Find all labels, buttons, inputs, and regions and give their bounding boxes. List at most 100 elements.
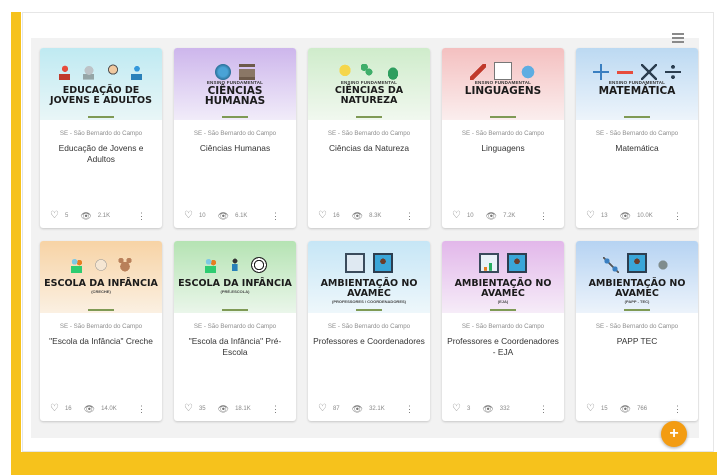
heart-icon[interactable]: ♡ <box>452 211 461 221</box>
more-options-icon[interactable]: ⋮ <box>405 405 414 414</box>
banner-detail: (CRECHE) <box>91 289 111 294</box>
lightbulb-icon <box>337 64 353 80</box>
heart-icon[interactable]: ♡ <box>318 404 327 414</box>
heart-icon[interactable]: ♡ <box>50 404 59 414</box>
add-course-button[interactable]: + <box>661 421 687 447</box>
list-view-icon[interactable] <box>672 33 684 43</box>
course-name[interactable]: Educação de Jovens e Adultos <box>44 143 158 165</box>
course-name[interactable]: Ciências Humanas <box>178 143 292 154</box>
views-count: 6.1K <box>235 213 248 219</box>
more-options-icon[interactable]: ⋮ <box>405 212 414 221</box>
more-options-icon[interactable]: ⋮ <box>539 405 548 414</box>
banner-divider <box>624 116 650 118</box>
course-name[interactable]: Linguagens <box>446 143 560 154</box>
teacher-screen-icon <box>627 253 647 273</box>
banner-icons <box>40 48 162 80</box>
course-card[interactable]: ENSINO FUNDAMENTAL MATEMÁTICA SE - São Ber… <box>576 48 698 228</box>
more-options-icon[interactable]: ⋮ <box>673 405 682 414</box>
course-info: SE - São Bernardo do Campo Educação de Jo… <box>40 130 162 165</box>
pencil-icon <box>470 64 486 80</box>
course-name[interactable]: Professores e Coordenadores - EJA <box>446 336 560 358</box>
banner-title: CIÊNCIAS HUMANAS <box>204 85 266 107</box>
leaf-icon <box>385 64 401 80</box>
baby-icon <box>93 257 109 273</box>
course-card[interactable]: ESCOLA DA INFÂNCIA (CRECHE) SE - São Berna… <box>40 241 162 421</box>
student-icon <box>129 64 145 80</box>
page-top <box>0 0 717 10</box>
course-name[interactable]: "Escola da Infância" Creche <box>44 336 158 347</box>
banner-divider <box>88 116 114 118</box>
course-card[interactable]: AMBIENTAÇÃO NO AVAMEC (PROFESSORES / COOR… <box>308 241 430 421</box>
children-icon <box>69 257 85 273</box>
robot-icon <box>81 64 97 80</box>
course-info: SE - São Bernardo do Campo Linguagens <box>442 130 564 154</box>
course-info: SE - São Bernardo do Campo Ciências Human… <box>174 130 296 154</box>
likes-count: 3 <box>466 406 471 412</box>
course-card[interactable]: ENSINO FUNDAMENTAL LINGUAGENS SE - São Ber… <box>442 48 564 228</box>
minus-icon <box>617 64 633 80</box>
banner-title: ESCOLA DA INFÂNCIA <box>44 278 158 289</box>
heart-icon[interactable]: ♡ <box>452 404 461 414</box>
course-card[interactable]: ENSINO FUNDAMENTAL CIÊNCIAS HUMANAS SE - S… <box>174 48 296 228</box>
course-name[interactable]: "Escola da Infância" Pré-Escola <box>178 336 292 358</box>
heart-icon[interactable]: ♡ <box>184 404 193 414</box>
course-card[interactable]: EDUCAÇÃO DE JOVENS E ADULTOS SE - São Ber… <box>40 48 162 228</box>
more-options-icon[interactable]: ⋮ <box>137 212 146 221</box>
course-banner: AMBIENTAÇÃO NO AVAMEC (EJA) <box>442 241 564 313</box>
eye-icon: 👁 <box>83 404 96 414</box>
course-card[interactable]: AMBIENTAÇÃO NO AVAMEC (EJA) SE - São Berna… <box>442 241 564 421</box>
course-grid: EDUCAÇÃO DE JOVENS E ADULTOS SE - São Ber… <box>40 48 698 421</box>
more-options-icon[interactable]: ⋮ <box>539 212 548 221</box>
course-organization: SE - São Bernardo do Campo <box>59 130 143 137</box>
heart-icon[interactable]: ♡ <box>586 211 595 221</box>
more-options-icon[interactable]: ⋮ <box>137 405 146 414</box>
course-card[interactable]: ESCOLA DA INFÂNCIA (PRÉ-ESCOLA) SE - São B… <box>174 241 296 421</box>
course-info: SE - São Bernardo do Campo Professores e … <box>308 323 430 347</box>
heart-icon[interactable]: ♡ <box>184 211 193 221</box>
course-card[interactable]: ENSINO FUNDAMENTAL CIÊNCIAS DA NATUREZA SE… <box>308 48 430 228</box>
banner-title: AMBIENTAÇÃO NO AVAMEC <box>320 278 418 299</box>
banner-title: AMBIENTAÇÃO NO AVAMEC <box>588 278 686 299</box>
course-banner: AMBIENTAÇÃO NO AVAMEC (PROFESSORES / COOR… <box>308 241 430 313</box>
heart-icon[interactable]: ♡ <box>586 404 595 414</box>
course-organization: SE - São Bernardo do Campo <box>461 323 545 330</box>
likes-count: 16 <box>64 406 72 412</box>
monitor-icon <box>345 253 365 273</box>
teacher-screen-icon <box>507 253 527 273</box>
views-count: 2.1K <box>97 213 111 219</box>
views-count: 766 <box>637 406 648 412</box>
course-name[interactable]: PAPP TEC <box>580 336 694 347</box>
teddy-bear-icon <box>117 257 133 273</box>
more-options-icon[interactable]: ⋮ <box>271 405 280 414</box>
likes-count: 10 <box>198 213 206 219</box>
course-name[interactable]: Ciências da Natureza <box>312 143 426 154</box>
eye-icon: 👁 <box>485 211 498 221</box>
eye-icon: 👁 <box>351 211 364 221</box>
course-organization: SE - São Bernardo do Campo <box>193 323 277 330</box>
heart-icon[interactable]: ♡ <box>318 211 327 221</box>
views-count: 10.0K <box>637 213 653 219</box>
eye-icon: 👁 <box>80 211 92 221</box>
eye-icon: 👁 <box>217 404 230 414</box>
molecule-icon <box>361 64 377 80</box>
children-icon <box>203 257 219 273</box>
eye-icon: 👁 <box>619 404 632 414</box>
banner-icons <box>174 48 296 80</box>
page-left <box>0 0 11 475</box>
banner-title: LINGUAGENS <box>464 85 542 97</box>
heart-icon[interactable]: ♡ <box>50 211 59 221</box>
course-organization: SE - São Bernardo do Campo <box>595 323 679 330</box>
banner-title: CIÊNCIAS DA NATUREZA <box>334 85 404 106</box>
banner-title: AMBIENTAÇÃO NO AVAMEC <box>454 278 552 299</box>
course-organization: SE - São Bernardo do Campo <box>327 323 411 330</box>
likes-count: 15 <box>600 406 608 412</box>
more-options-icon[interactable]: ⋮ <box>271 212 280 221</box>
views-count: 18.1K <box>235 406 251 412</box>
course-name[interactable]: Professores e Coordenadores <box>312 336 426 347</box>
course-card[interactable]: AMBIENTAÇÃO NO AVAMEC (PAPP - TEC) SE - Sã… <box>576 241 698 421</box>
course-name[interactable]: Matemática <box>580 143 694 154</box>
views-count: 32.1K <box>369 406 385 412</box>
banner-icons <box>308 48 430 80</box>
adult-student-icon <box>57 64 73 80</box>
more-options-icon[interactable]: ⋮ <box>673 212 682 221</box>
